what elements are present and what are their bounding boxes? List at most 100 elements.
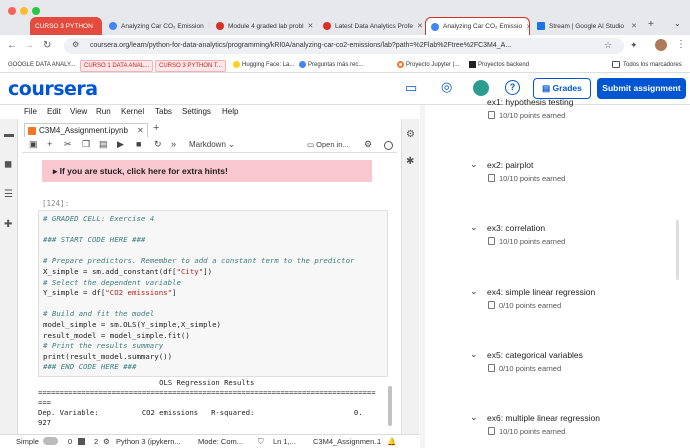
more-menu-icon[interactable]: ⋮ bbox=[676, 39, 686, 50]
tab-curso-3-python[interactable]: CURSO 3 PYTHON bbox=[30, 17, 102, 35]
run-icon[interactable]: ▶ bbox=[117, 139, 124, 150]
grades-button[interactable]: ▤ Grades bbox=[533, 78, 591, 99]
globe-icon[interactable]: ◎ bbox=[441, 79, 452, 95]
new-launcher-icon[interactable]: + bbox=[153, 122, 159, 134]
menu-edit[interactable]: Edit bbox=[47, 107, 61, 116]
close-tab-icon[interactable]: ✕ bbox=[304, 22, 314, 30]
panel-divider[interactable] bbox=[420, 105, 425, 448]
avatar-coach-icon[interactable] bbox=[473, 80, 489, 96]
tab-search-chevron-icon[interactable]: ⌄ bbox=[674, 19, 681, 28]
file-browser-icon[interactable]: ▬ bbox=[4, 129, 14, 140]
url-input[interactable]: coursera.org/learn/python-for-data-analy… bbox=[64, 38, 624, 54]
paste-icon[interactable]: ▤ bbox=[99, 139, 108, 150]
exercise-title[interactable]: ex4: simple linear regression bbox=[487, 287, 595, 297]
close-tab-icon[interactable]: ✕ bbox=[137, 124, 144, 138]
back-arrow-icon[interactable]: ← bbox=[7, 40, 17, 51]
site-info-icon[interactable]: ⚙ bbox=[72, 40, 79, 49]
profile-avatar[interactable] bbox=[655, 39, 667, 51]
code-cell[interactable]: # GRADED CELL: Exercise 4 ### START CODE… bbox=[38, 210, 388, 377]
tab-analyzing-car-1[interactable]: Analyzing Car CO₂ Emission✕ bbox=[104, 17, 209, 35]
copy-icon[interactable]: ❐ bbox=[82, 139, 90, 150]
chevron-down-icon[interactable]: ⌄ bbox=[470, 222, 478, 233]
fast-forward-icon[interactable]: » bbox=[171, 139, 176, 149]
kernel-settings-icon[interactable]: ⚙ bbox=[364, 139, 372, 150]
tab-analyzing-car-active[interactable]: Analyzing Car CO₂ Emissio✕ bbox=[425, 17, 530, 35]
mode-indicator: Mode: Com... bbox=[198, 437, 244, 446]
exercise-points: 10/10 points earned bbox=[499, 174, 566, 183]
output-scrollbar[interactable] bbox=[388, 386, 392, 426]
submit-assignment-button[interactable]: Submit assignment bbox=[597, 78, 686, 99]
output-line: 927 bbox=[38, 418, 51, 427]
menu-help[interactable]: Help bbox=[222, 107, 238, 116]
extra-hints-toggle[interactable]: ▸ If you are stuck, click here for extra… bbox=[42, 160, 372, 182]
extensions-puzzle-icon[interactable]: ✚ bbox=[4, 219, 12, 230]
coursera-logo[interactable]: coursera bbox=[8, 78, 98, 100]
chevron-down-icon[interactable]: ⌄ bbox=[470, 286, 478, 297]
code-line: model_simple = sm.OLS(Y_simple,X_simple) bbox=[43, 319, 221, 329]
help-icon[interactable]: ? bbox=[505, 80, 520, 95]
stop-icon[interactable]: ■ bbox=[136, 139, 141, 149]
menu-kernel[interactable]: Kernel bbox=[121, 107, 144, 116]
simple-mode-toggle[interactable] bbox=[43, 437, 58, 445]
close-tab-icon[interactable]: ✕ bbox=[522, 23, 529, 31]
chevron-down-icon[interactable]: ⌄ bbox=[470, 349, 478, 360]
cut-icon[interactable]: ✂ bbox=[64, 139, 72, 150]
bell-icon[interactable]: 🔔 bbox=[387, 437, 396, 446]
bookmark-curso-3[interactable]: CURSO 3 PYTHON T... bbox=[155, 60, 226, 72]
new-tab-icon[interactable]: + bbox=[648, 19, 654, 30]
menu-view[interactable]: View bbox=[70, 107, 87, 116]
exercise-title[interactable]: ex2: pairplot bbox=[487, 160, 533, 170]
code-token: X_simple = sm.add_constant(df[ bbox=[43, 266, 177, 276]
close-window-icon[interactable] bbox=[8, 7, 16, 15]
table-of-contents-icon[interactable]: ☰ bbox=[4, 189, 13, 200]
close-tab-icon[interactable]: ✕ bbox=[204, 22, 209, 30]
restart-icon[interactable]: ↻ bbox=[154, 139, 162, 150]
bookmark-hugging-face[interactable]: Hugging Face: La... bbox=[233, 60, 294, 70]
running-icon[interactable]: ◼ bbox=[4, 159, 12, 170]
debugger-icon[interactable]: ✱ bbox=[406, 156, 414, 167]
bookmark-preguntas[interactable]: Preguntas más rec... bbox=[299, 60, 363, 70]
open-in-button[interactable]: ▭ Open in... bbox=[307, 140, 349, 149]
exercise-title[interactable]: ex6: multiple linear regression bbox=[487, 413, 600, 423]
tab-module-4[interactable]: Module 4 graded lab probl ✕ bbox=[211, 17, 316, 35]
chevron-down-icon[interactable]: ⌄ bbox=[470, 159, 478, 170]
minimize-window-icon[interactable] bbox=[20, 7, 28, 15]
panel-scrollbar[interactable] bbox=[676, 220, 679, 280]
cell-type-select[interactable]: Markdown ⌄ bbox=[189, 140, 235, 149]
document-icon bbox=[488, 301, 495, 309]
bookmark-curso-1[interactable]: CURSO 1 DATA ANAL... bbox=[80, 60, 154, 72]
code-string: "City" bbox=[176, 266, 204, 276]
reload-icon[interactable]: ↻ bbox=[43, 40, 51, 51]
save-icon[interactable]: ▣ bbox=[29, 139, 38, 150]
extensions-icon[interactable]: ✦ bbox=[630, 40, 638, 51]
favicon-icon bbox=[216, 22, 224, 30]
tab-google-ai-studio[interactable]: Stream | Google AI Studio ✕ bbox=[532, 17, 642, 35]
property-inspector-icon[interactable]: ⚙ bbox=[406, 129, 415, 140]
menu-run[interactable]: Run bbox=[96, 107, 111, 116]
menu-file[interactable]: File bbox=[24, 107, 37, 116]
bookmark-proyectos-backend[interactable]: Proyectos backend bbox=[469, 60, 529, 70]
exercise-title[interactable]: ex5: categorical variables bbox=[487, 350, 583, 360]
bookmark-todos-los-marcadores[interactable]: Todos los marcadores bbox=[612, 60, 682, 70]
menu-tabs[interactable]: Tabs bbox=[155, 107, 172, 116]
insert-cell-icon[interactable]: + bbox=[47, 139, 52, 149]
code-line: ### START CODE HERE ### bbox=[43, 235, 146, 245]
close-tab-icon[interactable]: ✕ bbox=[627, 22, 637, 30]
folder-icon[interactable]: ▭ bbox=[405, 80, 417, 96]
notebook-icon bbox=[28, 127, 36, 135]
bookmark-google-data-analy[interactable]: GOOGLE DATA ANALY... bbox=[8, 60, 75, 70]
menu-settings[interactable]: Settings bbox=[182, 107, 211, 116]
chevron-down-icon[interactable]: ⌄ bbox=[470, 412, 478, 423]
github-icon bbox=[469, 61, 476, 68]
tab-latest-data-analytics[interactable]: Latest Data Analytics Profe ✕ bbox=[318, 17, 423, 35]
url-text: coursera.org/learn/python-for-data-analy… bbox=[90, 42, 512, 49]
notifications-count: 1 bbox=[377, 437, 382, 446]
zoom-window-icon[interactable] bbox=[32, 7, 40, 15]
close-tab-icon[interactable]: ✕ bbox=[413, 22, 423, 30]
bookmark-star-icon[interactable]: ☆ bbox=[604, 40, 612, 51]
kernel-name[interactable]: Python 3 (ipykern... bbox=[116, 437, 181, 446]
exercise-title[interactable]: ex3: correlation bbox=[487, 223, 545, 233]
bookmark-proyecto-jupyter[interactable]: Proyecto Jupyter |... bbox=[397, 60, 459, 70]
notebook-tab[interactable]: C3M4_Assignment.ipynb ✕ bbox=[24, 123, 148, 137]
forward-arrow-icon[interactable]: → bbox=[24, 40, 34, 51]
